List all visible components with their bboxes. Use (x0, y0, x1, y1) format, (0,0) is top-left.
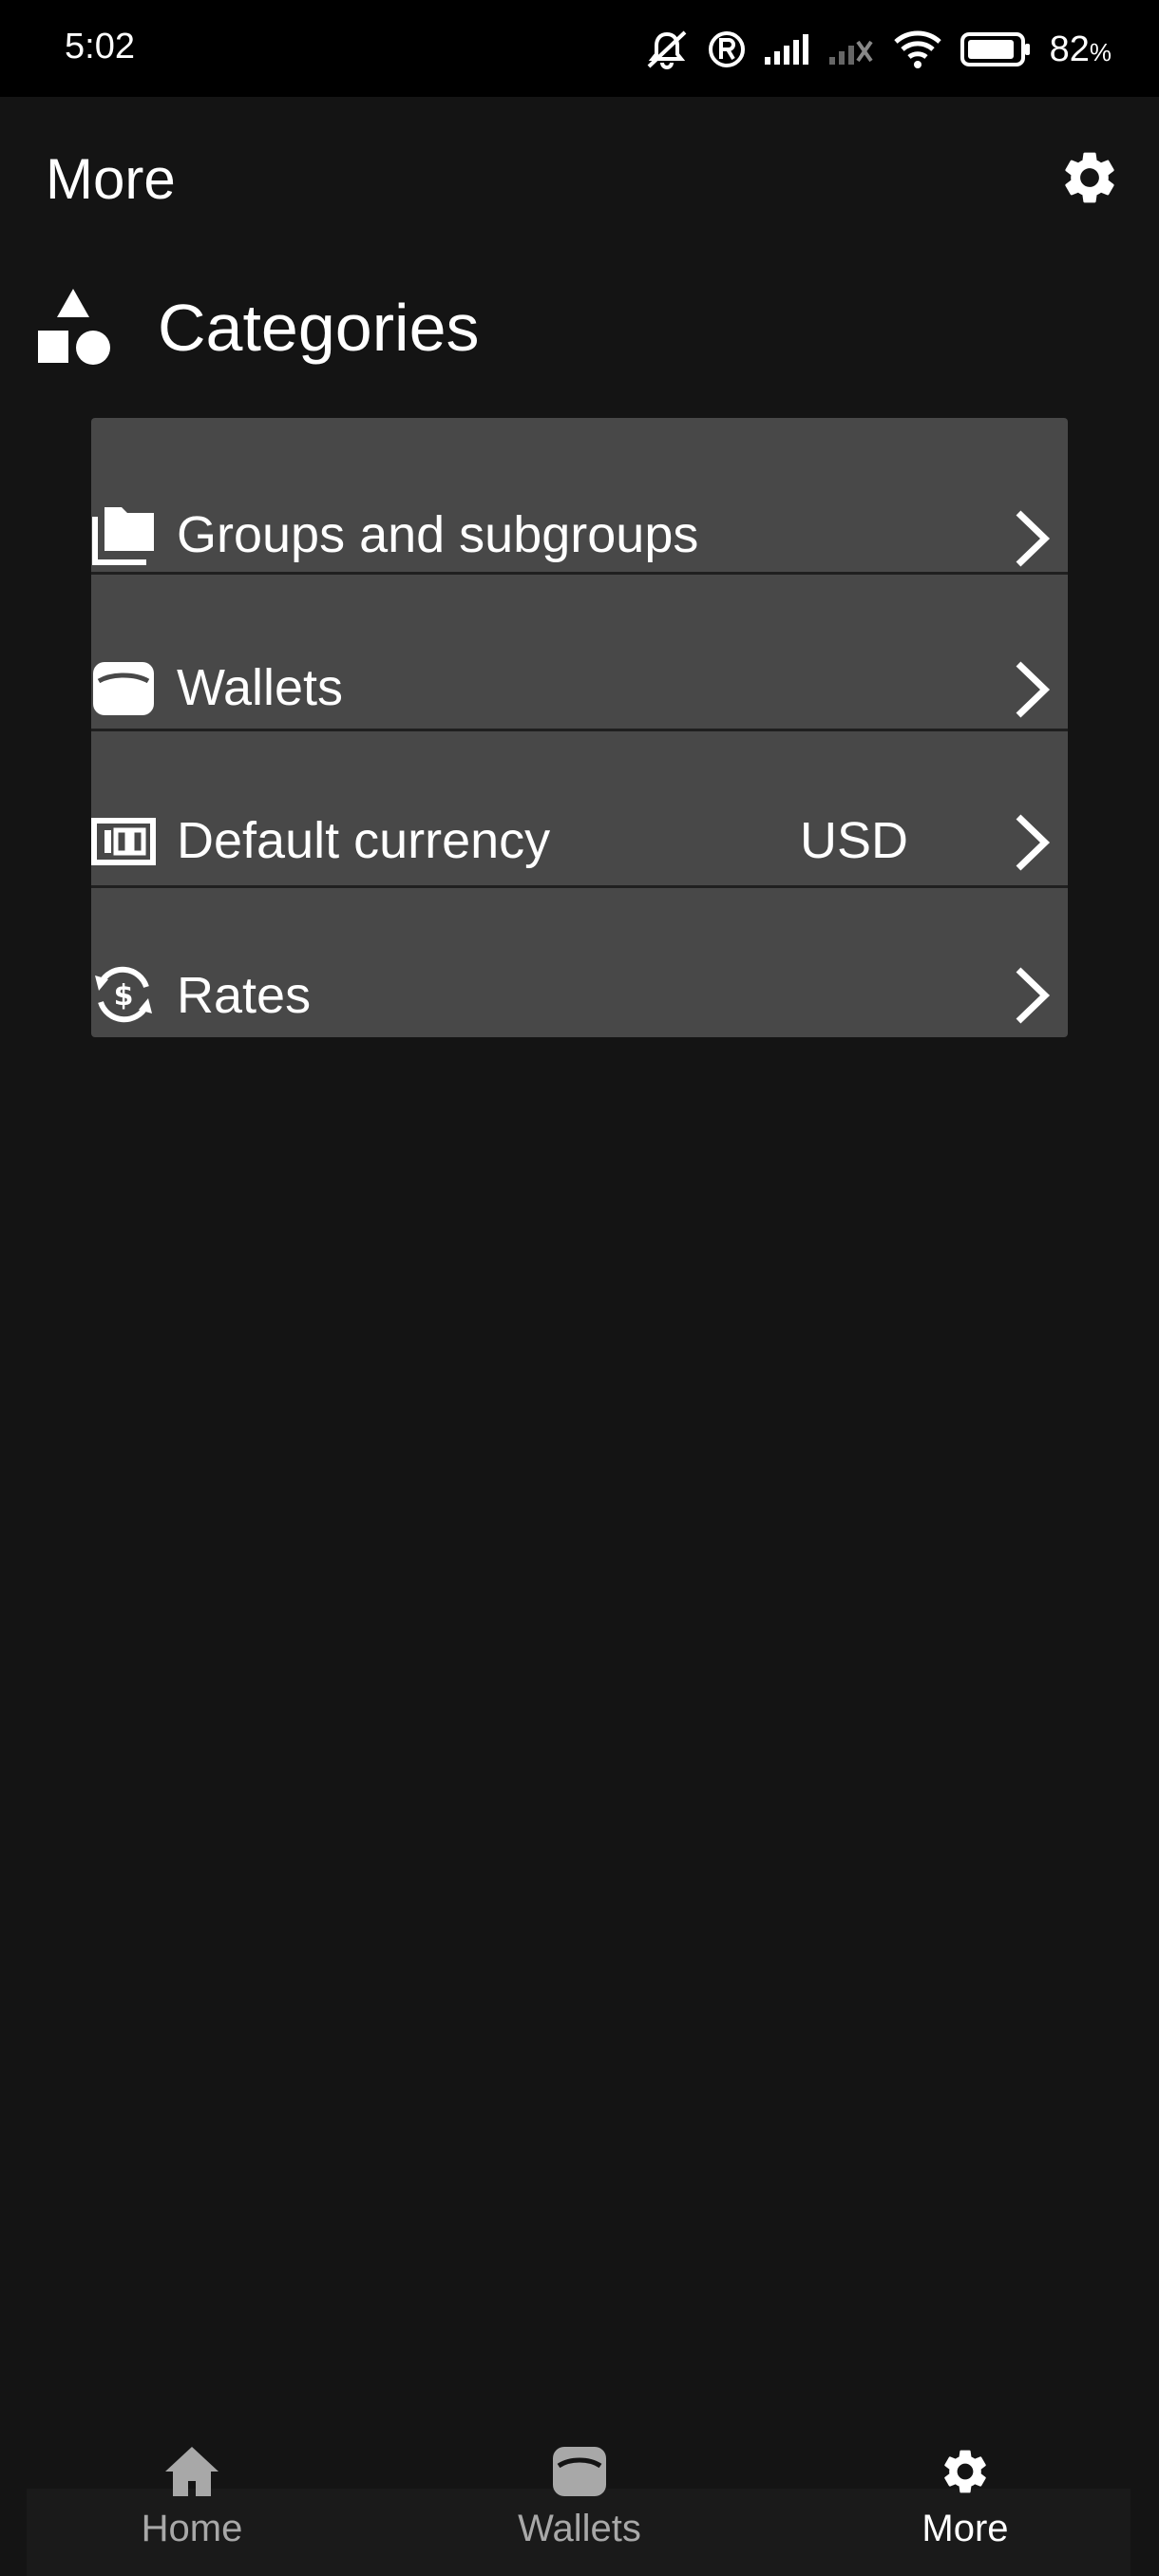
svg-text:$: $ (114, 979, 134, 1013)
categories-menu: Groups and subgroups Wallets Default cur… (91, 418, 1068, 1037)
settings-gear-icon[interactable] (1058, 146, 1121, 209)
section-title: Categories (158, 291, 480, 365)
wallet-icon (93, 662, 154, 715)
folders-icon (92, 507, 154, 565)
nav-label: Home (141, 2508, 243, 2549)
nav-label: Wallets (518, 2508, 641, 2549)
app-bar: More (0, 97, 1159, 258)
menu-item-label: Default currency (177, 812, 551, 869)
nav-home[interactable]: Home (49, 2445, 334, 2568)
status-time: 5:02 (65, 27, 135, 66)
battery-percent: 82% (1049, 28, 1112, 69)
signal-icon (764, 34, 808, 65)
bell-muted-icon (647, 30, 686, 69)
menu-item-groups[interactable]: Groups and subgroups (91, 418, 1068, 572)
menu-item-wallets[interactable]: Wallets (91, 575, 1068, 729)
menu-item-label: Wallets (177, 659, 344, 716)
home-icon (165, 2447, 218, 2496)
categories-header: Categories (38, 285, 480, 370)
nav-label: More (922, 2508, 1009, 2549)
wallet-icon (553, 2447, 606, 2496)
chevron-right-icon (1016, 814, 1051, 871)
menu-item-default-currency[interactable]: Default currency USD (91, 731, 1068, 885)
menu-item-label: Groups and subgroups (177, 506, 699, 563)
wifi-icon (893, 30, 941, 68)
banknote-icon (91, 818, 156, 865)
gear-icon (944, 2450, 986, 2493)
menu-item-label: Rates (177, 967, 312, 1024)
chevron-right-icon (1016, 967, 1051, 1024)
chevron-right-icon (1016, 510, 1051, 567)
menu-item-rates[interactable]: $ Rates (91, 888, 1068, 1037)
page-title: More (46, 147, 176, 211)
chevron-right-icon (1016, 661, 1051, 718)
shapes-icon (38, 289, 110, 365)
currency-value: USD (799, 812, 908, 869)
status-bar: 5:02 82% (0, 0, 1159, 97)
nav-wallets[interactable]: Wallets (437, 2445, 722, 2568)
registered-icon (708, 31, 745, 67)
nav-more[interactable]: More (823, 2445, 1108, 2568)
currency-exchange-icon: $ (95, 966, 152, 1023)
signal-off-icon (828, 40, 873, 65)
status-icons: 82% (643, 23, 1112, 76)
battery-icon (960, 32, 1030, 66)
